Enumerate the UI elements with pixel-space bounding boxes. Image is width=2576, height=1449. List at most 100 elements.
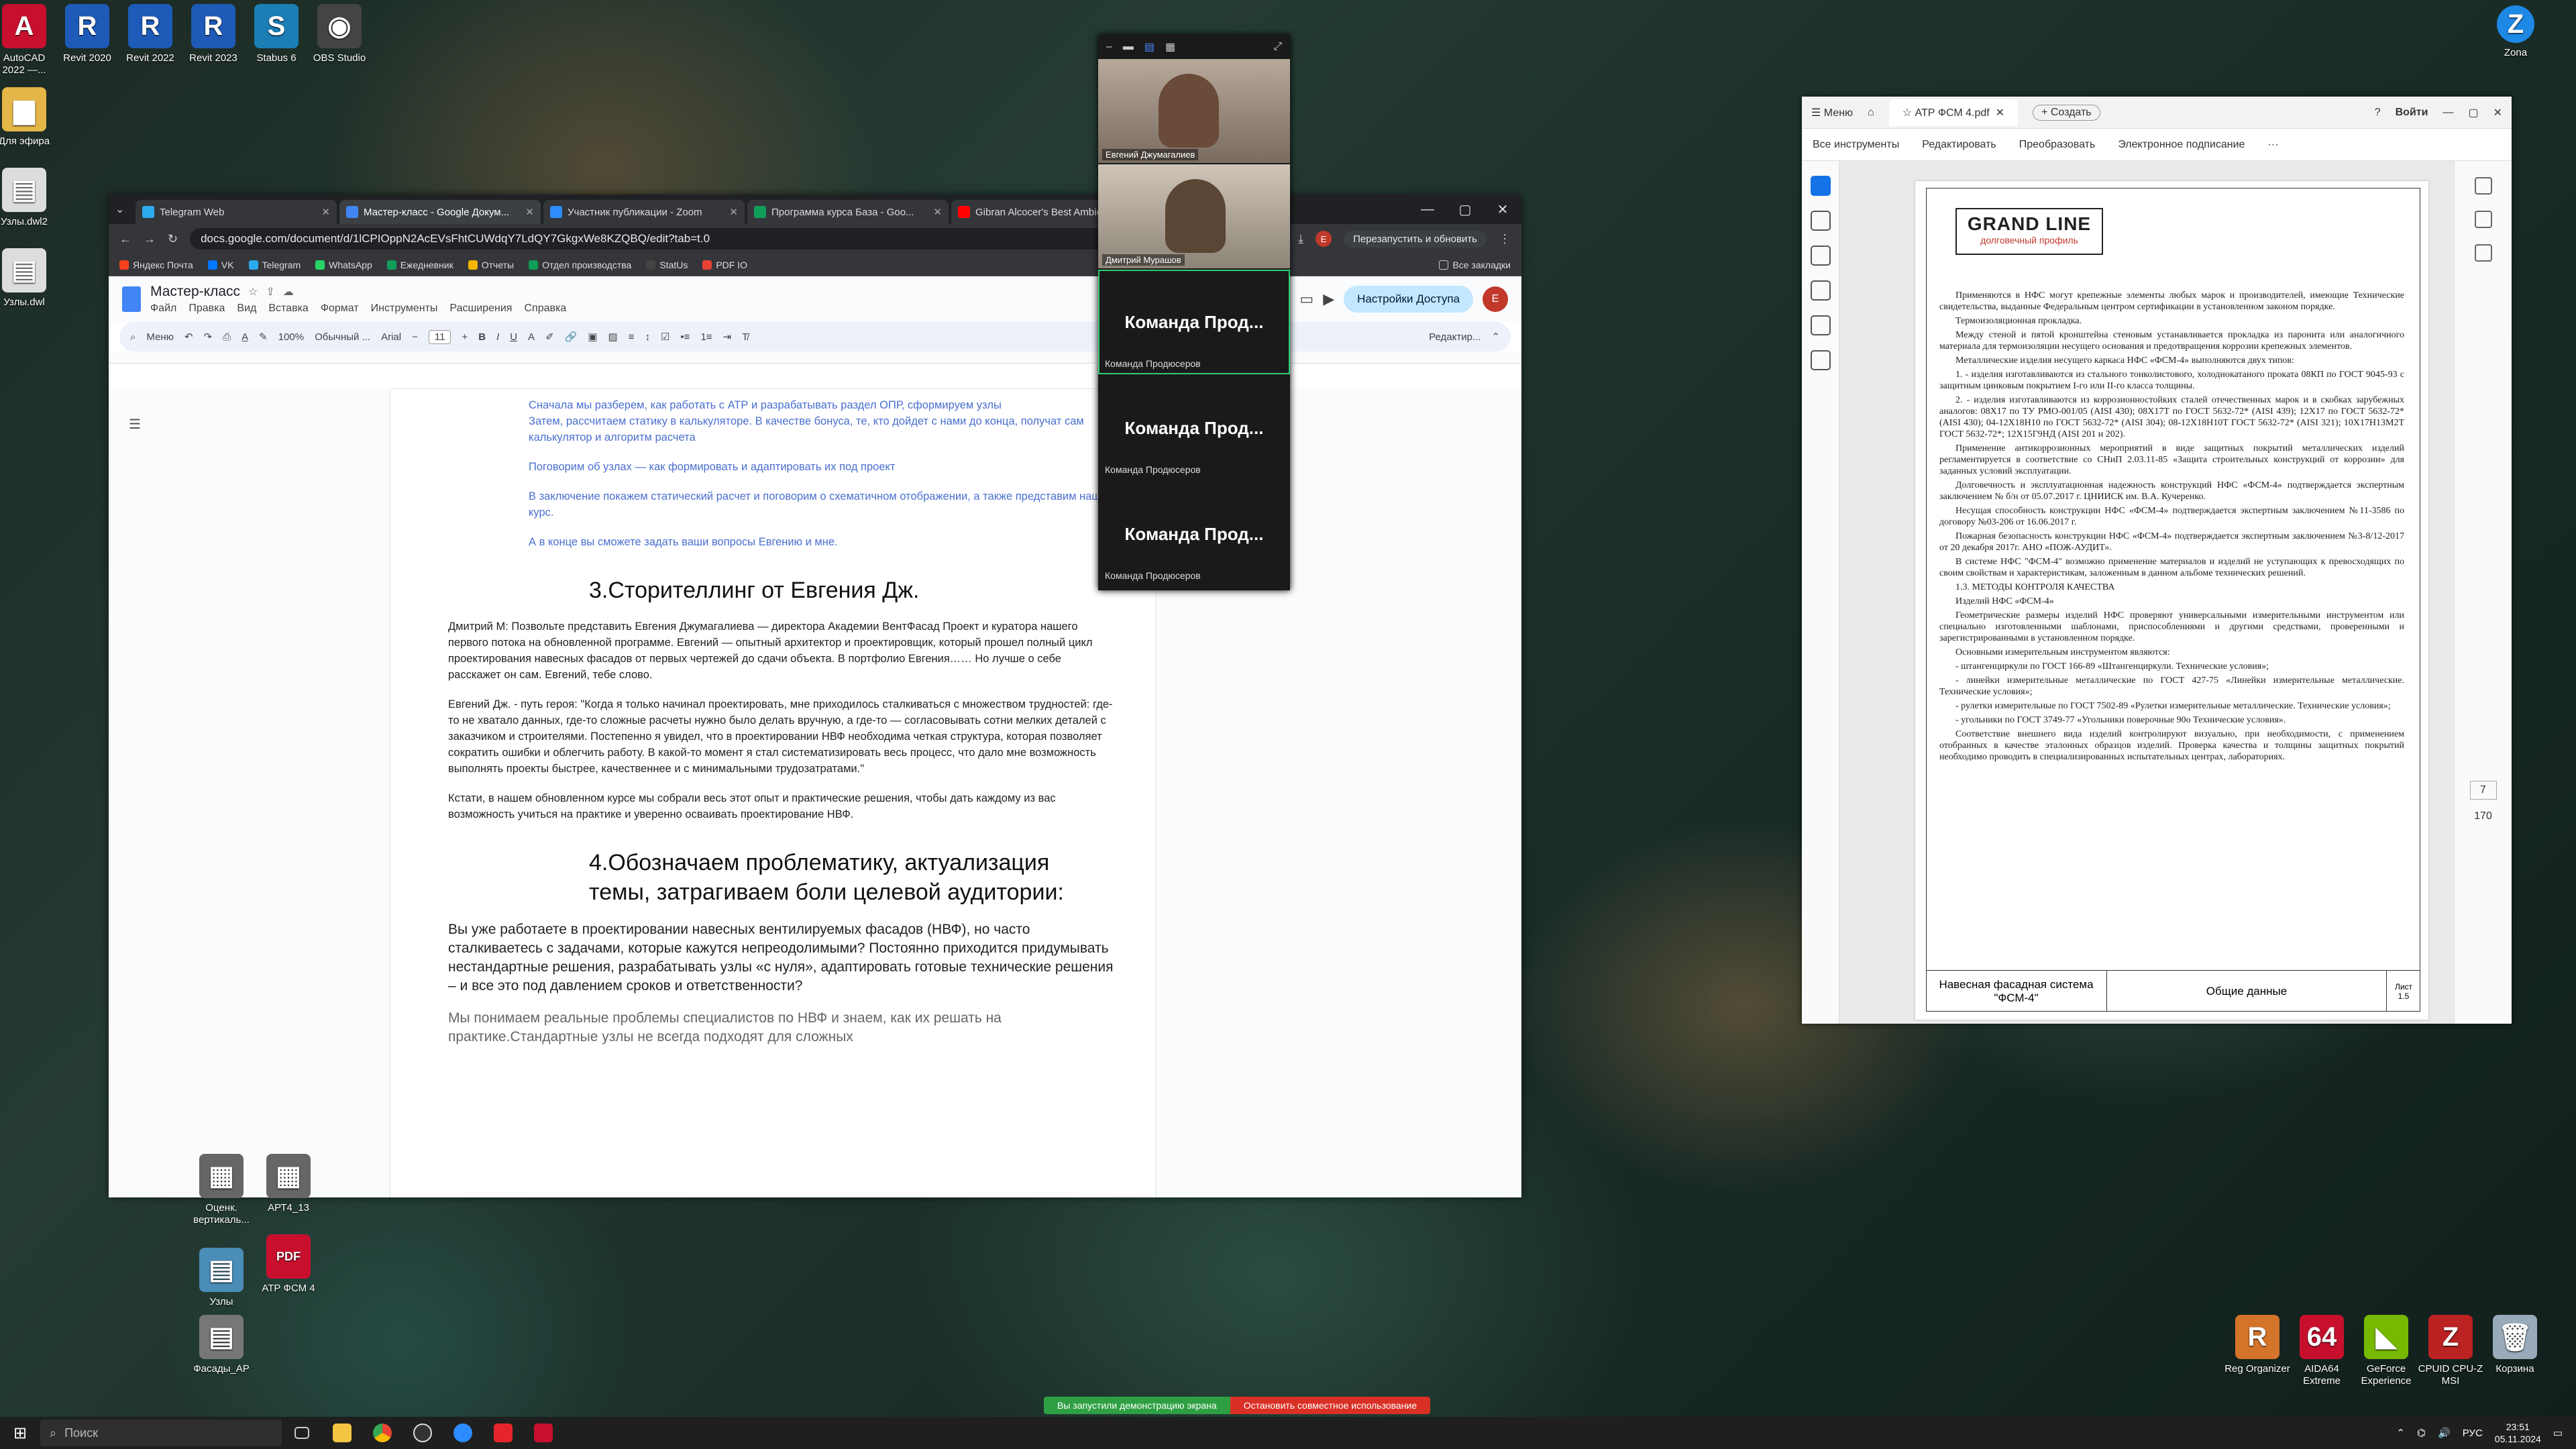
user-avatar[interactable]: E: [1483, 286, 1508, 312]
create-button[interactable]: + Создать: [2033, 104, 2100, 121]
volume-icon[interactable]: 🔊: [2438, 1427, 2451, 1439]
desktop-icon[interactable]: R Revit 2022: [117, 4, 184, 64]
tab-close-icon[interactable]: ✕: [321, 206, 330, 218]
desktop-icon[interactable]: Z CPUID CPU-Z MSI: [2414, 1315, 2487, 1387]
participant-video[interactable]: Дмитрий Мурашов: [1098, 164, 1290, 268]
acrobat-tool[interactable]: Электронное подписание: [2118, 139, 2245, 151]
participant-tile[interactable]: Команда Прод... Команда Продюсеров: [1098, 482, 1290, 586]
browser-tab[interactable]: Программа курса База - Goo... ✕: [747, 200, 949, 224]
browser-tab[interactable]: Участник публикации - Zoom ✕: [543, 200, 745, 224]
menu-item[interactable]: Инструменты: [371, 303, 438, 315]
search-menu-icon[interactable]: ⌕: [130, 331, 136, 343]
doc-paragraph[interactable]: Поговорим об узлах — как формировать и а…: [529, 459, 1115, 475]
edit-mode-select[interactable]: Редактир...: [1429, 331, 1481, 343]
stop-share-button[interactable]: Остановить совместное использование: [1230, 1397, 1431, 1414]
highlight-icon[interactable]: ✐: [545, 331, 554, 343]
page-number-input[interactable]: 7: [2469, 781, 2497, 800]
language-indicator[interactable]: РУС: [2463, 1428, 2483, 1439]
redo-icon[interactable]: ↷: [204, 331, 213, 343]
desktop-icon[interactable]: ▦ АРТ4_13: [248, 1154, 329, 1214]
clear-format-icon[interactable]: T̸: [742, 331, 748, 343]
bookmark-item[interactable]: Яндекс Почта: [119, 260, 193, 270]
checklist-icon[interactable]: ☑: [661, 331, 669, 343]
clock[interactable]: 23:51 05.11.2024: [2495, 1421, 2541, 1445]
comment-add-icon[interactable]: ▣: [588, 331, 597, 343]
bookmark-item[interactable]: PDF IO: [702, 260, 747, 270]
doc-paragraph[interactable]: Евгений Дж. - путь героя: "Когда я тольк…: [448, 696, 1115, 777]
expand-icon[interactable]: ⤢: [1273, 41, 1282, 53]
minimize-icon[interactable]: —: [1409, 195, 1446, 224]
move-icon[interactable]: ⇪: [266, 285, 274, 299]
menu-item[interactable]: Формат: [321, 303, 359, 315]
underline-icon[interactable]: U: [510, 331, 517, 343]
home-icon[interactable]: ⌂: [1868, 107, 1874, 119]
pen-icon[interactable]: [1810, 246, 1831, 266]
doc-paragraph[interactable]: Вы уже работаете в проектировании навесн…: [448, 920, 1115, 996]
style-select[interactable]: Обычный ...: [315, 331, 370, 343]
bookmark-item[interactable]: VK: [207, 260, 234, 270]
desktop-icon[interactable]: ▤ Фасады_АР: [181, 1315, 262, 1375]
desktop-icon[interactable]: ▆ Для эфира: [0, 87, 58, 148]
maximize-icon[interactable]: ▢: [2468, 106, 2478, 119]
bookmark-item[interactable]: Отдел производства: [529, 260, 631, 270]
desktop-icon-zona[interactable]: Z Zona: [2475, 5, 2556, 59]
star-icon[interactable]: ☆: [248, 285, 258, 299]
notification-icon[interactable]: ▭: [2553, 1427, 2563, 1439]
tab-close-icon[interactable]: ✕: [729, 206, 738, 218]
tray-chevron-icon[interactable]: ⌃: [2396, 1427, 2405, 1439]
desktop-icon[interactable]: ◉ OBS Studio: [306, 4, 373, 64]
bookmark-item[interactable]: WhatsApp: [315, 260, 372, 270]
desktop-icon[interactable]: 64 AIDA64 Extreme: [2285, 1315, 2359, 1387]
acrobat-icon[interactable]: [483, 1424, 523, 1442]
reload-icon[interactable]: ↻: [168, 232, 178, 246]
comment-icon[interactable]: ▭: [1299, 290, 1313, 308]
menu-item[interactable]: Справка: [524, 303, 566, 315]
menu-search[interactable]: Меню: [146, 331, 174, 343]
font-size-decrease[interactable]: −: [412, 331, 418, 343]
font-size-increase[interactable]: +: [462, 331, 468, 343]
spellcheck-icon[interactable]: A̲: [241, 331, 248, 343]
minimize-icon[interactable]: –: [1106, 41, 1112, 53]
doc-paragraph[interactable]: В заключение покажем статический расчет …: [529, 488, 1115, 521]
desktop-icon[interactable]: R Revit 2023: [180, 4, 247, 64]
desktop-icon[interactable]: R Reg Organizer: [2220, 1315, 2294, 1375]
doc-title[interactable]: Мастер-класс: [150, 284, 240, 300]
view-single-icon[interactable]: ▬: [1123, 41, 1134, 53]
undo-icon[interactable]: ↶: [184, 331, 193, 343]
acrobat-menu[interactable]: ☰ Меню: [1811, 106, 1853, 119]
collapse-icon[interactable]: ⌃: [1491, 331, 1500, 343]
participant-video[interactable]: Евгений Джумагалиев: [1098, 59, 1290, 163]
tab-search-icon[interactable]: ⌄: [115, 203, 136, 216]
lasso-icon[interactable]: [1810, 280, 1831, 301]
line-spacing-icon[interactable]: ↕: [645, 331, 650, 343]
font-select[interactable]: Arial: [381, 331, 401, 343]
acrobat-tool[interactable]: Преобразовать: [2019, 139, 2096, 151]
obs-icon[interactable]: [402, 1424, 443, 1442]
view-grid-icon[interactable]: ▦: [1165, 40, 1175, 54]
bookmark-item[interactable]: Отчеты: [468, 260, 514, 270]
acrobat-tool[interactable]: Все инструменты: [1813, 139, 1899, 151]
bookmark-item[interactable]: Ежедневник: [386, 260, 453, 270]
bookmark-panel-icon[interactable]: [2474, 211, 2492, 228]
help-icon[interactable]: ?: [2375, 107, 2381, 119]
desktop-icon[interactable]: A AutoCAD 2022 —...: [0, 4, 58, 76]
explorer-icon[interactable]: [322, 1424, 362, 1442]
profile-avatar[interactable]: E: [1316, 231, 1332, 247]
align-icon[interactable]: ≡: [629, 331, 635, 343]
comment-panel-icon[interactable]: [2474, 177, 2492, 195]
text-tool-icon[interactable]: [1810, 315, 1831, 335]
cursor-icon[interactable]: [1810, 176, 1831, 196]
acrobat-doc-tab[interactable]: ☆ АТР ФСМ 4.pdf ✕: [1888, 99, 2019, 126]
menu-item[interactable]: Правка: [189, 303, 225, 315]
chrome-icon[interactable]: [362, 1424, 402, 1442]
desktop-icon[interactable]: ◣ GeForce Experience: [2349, 1315, 2423, 1387]
desktop-icon[interactable]: R Revit 2020: [54, 4, 121, 64]
menu-item[interactable]: Файл: [150, 303, 176, 315]
zoom-tool-icon[interactable]: [1810, 211, 1831, 231]
minimize-icon[interactable]: —: [2443, 107, 2453, 119]
bookmark-item[interactable]: Telegram: [248, 260, 301, 270]
back-icon[interactable]: ←: [119, 232, 131, 246]
start-icon[interactable]: ⊞: [0, 1424, 40, 1443]
all-bookmarks[interactable]: Все закладки: [1439, 260, 1511, 270]
menu-item[interactable]: Вставка: [268, 303, 308, 315]
